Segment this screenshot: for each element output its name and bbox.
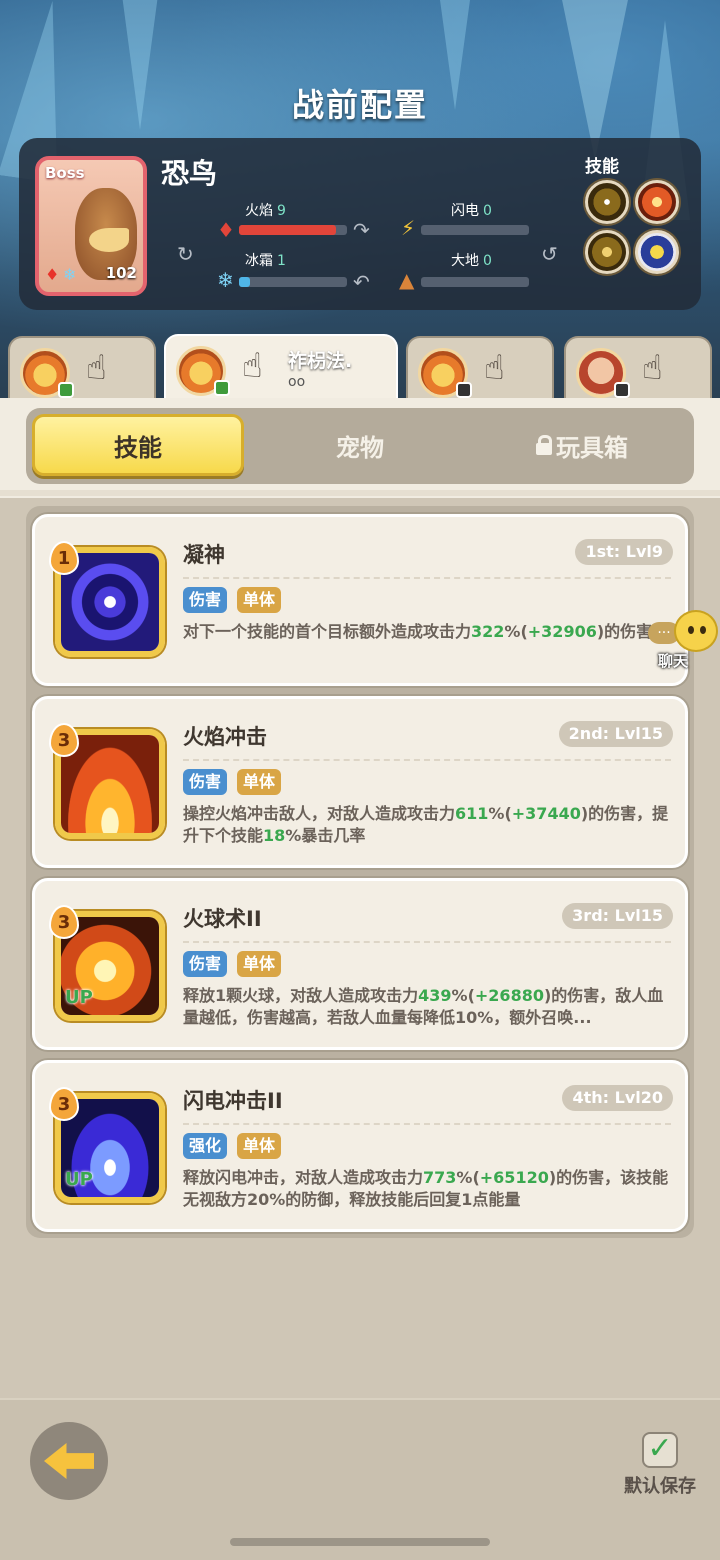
lightning-bar <box>421 225 529 235</box>
boss-skill-icon[interactable] <box>635 180 679 224</box>
loadout-slot-3[interactable]: ☝ <box>406 336 554 402</box>
upgrade-badge: UP <box>65 987 93 1008</box>
skill-card[interactable]: 3 火焰冲击 2nd: Lvl15 伤害 单体 操控火焰冲击敌人，对敌人造成攻击… <box>32 696 688 868</box>
skill-name: 闪电冲击II <box>183 1089 283 1113</box>
category-tab-bar: 技能 宠物 玩具箱 <box>26 408 694 484</box>
skill-card[interactable]: 3 UP 闪电冲击II 4th: Lvl20 强化 单体 释放闪电冲击，对敌人造… <box>32 1060 688 1232</box>
pointing-hand-icon: ☝ <box>484 348 505 388</box>
boss-name: 恐鸟 <box>161 157 218 190</box>
skill-description: 释放闪电冲击，对敌人造成攻击力773%(+65120)的伤害，该技能无视敌方20… <box>183 1168 669 1209</box>
boss-skill-icon[interactable] <box>585 230 629 274</box>
skill-name: 火焰冲击 <box>183 725 267 749</box>
tab-toybox-label: 玩具箱 <box>556 433 628 462</box>
tab-pets[interactable]: 宠物 <box>254 414 466 476</box>
skill-tag: 单体 <box>237 769 282 795</box>
pointing-hand-icon: ☝ <box>86 348 107 388</box>
loadout-name: 祚枴法. <box>288 350 353 372</box>
boss-portrait[interactable]: Boss ♦ ❄ 102 <box>35 156 147 296</box>
back-button[interactable] <box>30 1422 108 1500</box>
back-arrow-icon <box>44 1443 94 1479</box>
skill-rank-badge: 3 <box>49 905 79 939</box>
boss-skill-icon[interactable] <box>635 230 679 274</box>
boss-tag: Boss <box>45 164 85 182</box>
skill-description: 操控火焰冲击敌人，对敌人造成攻击力611%(+37440)的伤害，提升下个技能1… <box>183 804 669 845</box>
default-save-label: 默认保存 <box>624 1476 696 1497</box>
skill-card[interactable]: 3 UP 火球术II 3rd: Lvl15 伤害 单体 释放1颗火球，对敌人造成… <box>32 878 688 1050</box>
pointing-hand-icon: ☝ <box>242 346 263 386</box>
skill-name: 凝神 <box>183 543 225 567</box>
element-frost: 冰霜 1 <box>245 253 286 269</box>
check-icon <box>58 382 74 398</box>
fire-bar <box>239 225 347 235</box>
lock-icon <box>614 382 630 398</box>
loadout-slot-1[interactable]: ☝ <box>8 336 156 402</box>
frost-icon: ❄ <box>217 268 234 292</box>
skill-tag: 伤害 <box>183 951 228 977</box>
skill-description: 对下一个技能的首个目标额外造成攻击力322%(+32906)的伤害 <box>183 622 653 641</box>
fire-icon: ♦ <box>217 218 235 242</box>
default-save-checkbox[interactable]: ✓ <box>642 1432 678 1468</box>
skill-tag: 强化 <box>183 1133 228 1159</box>
skill-tag: 伤害 <box>183 769 228 795</box>
loadout-slot-2[interactable]: ☝ 祚枴法. oo <box>164 334 398 404</box>
frost-bar <box>239 277 347 287</box>
home-indicator[interactable] <box>230 1538 490 1546</box>
skill-tag: 单体 <box>237 1133 282 1159</box>
skill-tag: 单体 <box>237 951 282 977</box>
divider <box>0 490 720 496</box>
chat-button[interactable]: ... 聊天 <box>648 610 718 674</box>
lightning-icon: ⚡ <box>401 216 416 240</box>
cycle-arrow-icon: ↺ <box>541 242 558 266</box>
boss-skills-label: 技能 <box>585 157 619 177</box>
skill-rank-badge: 1 <box>49 541 79 575</box>
page-title: 战前配置 <box>291 86 428 124</box>
skill-tag: 伤害 <box>183 587 228 613</box>
bottom-bar <box>0 1398 720 1560</box>
skill-tag: 单体 <box>237 587 282 613</box>
boss-skill-icon[interactable] <box>585 180 629 224</box>
skill-slot-level: 1st: Lvl9 <box>575 539 673 565</box>
loadout-tabs: ☝ ☝ 祚枴法. oo ☝ ☝ <box>0 334 720 404</box>
skill-card[interactable]: 1 凝神 1st: Lvl9 伤害 单体 对下一个技能的首个目标额外造成攻击力3… <box>32 514 688 686</box>
boss-info-panel: Boss ♦ ❄ 102 恐鸟 ♦ 火焰 9 ⚡ 闪电 0 ❄ 冰霜 1 ▲ 大地 0 … <box>19 138 701 310</box>
skill-slot-level: 2nd: Lvl15 <box>558 721 673 747</box>
lock-icon <box>536 435 552 455</box>
check-icon <box>214 380 230 396</box>
skill-slot-level: 3rd: Lvl15 <box>562 903 673 929</box>
element-lightning: 闪电 0 <box>451 203 492 219</box>
skill-rank-badge: 3 <box>49 1087 79 1121</box>
skill-name: 火球术II <box>183 907 262 931</box>
loadout-slot-4[interactable]: ☝ <box>564 336 712 402</box>
cycle-arrow-icon: ↷ <box>353 218 370 242</box>
chat-label: 聊天 <box>658 652 689 670</box>
lock-icon <box>456 382 472 398</box>
element-earth: 大地 0 <box>451 253 492 269</box>
chat-face-icon <box>674 610 718 652</box>
cycle-arrow-icon: ↻ <box>177 242 194 266</box>
tab-skills[interactable]: 技能 <box>32 414 244 476</box>
fire-icon: ♦ <box>45 265 60 284</box>
upgrade-badge: UP <box>65 1169 93 1190</box>
earth-bar <box>421 277 529 287</box>
element-fire: 火焰 9 <box>245 203 286 219</box>
pointing-hand-icon: ☝ <box>642 348 663 388</box>
skill-rank-badge: 3 <box>49 723 79 757</box>
loadout-subname: oo <box>288 374 306 390</box>
cycle-arrow-icon: ↶ <box>353 270 370 294</box>
earth-icon: ▲ <box>399 268 415 292</box>
skill-description: 释放1颗火球，对敌人造成攻击力439%(+26880)的伤害，敌人血量越低，伤害… <box>183 986 664 1027</box>
skill-slot-level: 4th: Lvl20 <box>562 1085 673 1111</box>
snowflake-icon: ❄ <box>63 265 77 284</box>
boss-level: 102 <box>105 264 137 282</box>
tab-toybox[interactable]: 玩具箱 <box>476 414 688 476</box>
